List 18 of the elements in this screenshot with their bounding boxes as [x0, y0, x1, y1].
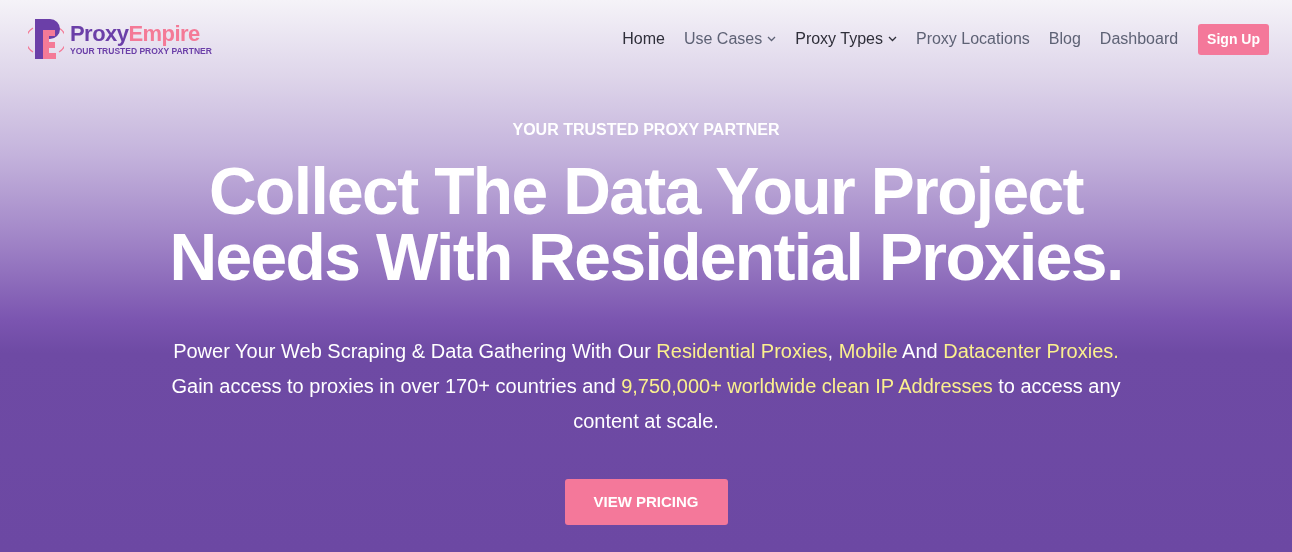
chevron-down-icon — [887, 36, 897, 42]
nav-link[interactable]: Use Cases — [683, 27, 777, 51]
text-link[interactable]: Mobile — [838, 340, 898, 362]
eyebrow-text: YOUR TRUSTED PROXY PARTNER — [512, 120, 780, 140]
text-link[interactable]: 9,750,000+ worldwide clean IP Addresses — [621, 375, 993, 397]
nav-link[interactable]: Dashboard — [1099, 27, 1179, 51]
nav-link[interactable]: Blog — [1048, 27, 1081, 51]
nav-link[interactable]: Proxy Types — [795, 27, 897, 51]
logo-tagline: YOUR TRUSTED PROXY PARTNER — [70, 46, 212, 56]
logo-icon — [28, 16, 64, 62]
text-link[interactable]: Residential Proxies — [656, 340, 828, 362]
logo-wordmark[interactable]: ProxyEmpire — [70, 22, 212, 45]
nav-link[interactable]: Proxy Locations — [915, 27, 1030, 51]
hero-title: Collect The Data Your Project Needs With Residential Proxies. — [169, 158, 1123, 290]
chevron-down-icon — [767, 36, 777, 42]
hero-paragraph: Power Your Web Scraping & Data Gathering With Our Residential Proxies, Mobile And Datacenter Proxies. Gain access to proxies in over 170+ countries and 9,750,000+ worldwide clean IP Addresses to access any content at scale. — [170, 339, 1122, 434]
text-link[interactable]: Datacenter Proxies. — [943, 340, 1119, 362]
nav-link[interactable]: Home — [622, 27, 665, 51]
